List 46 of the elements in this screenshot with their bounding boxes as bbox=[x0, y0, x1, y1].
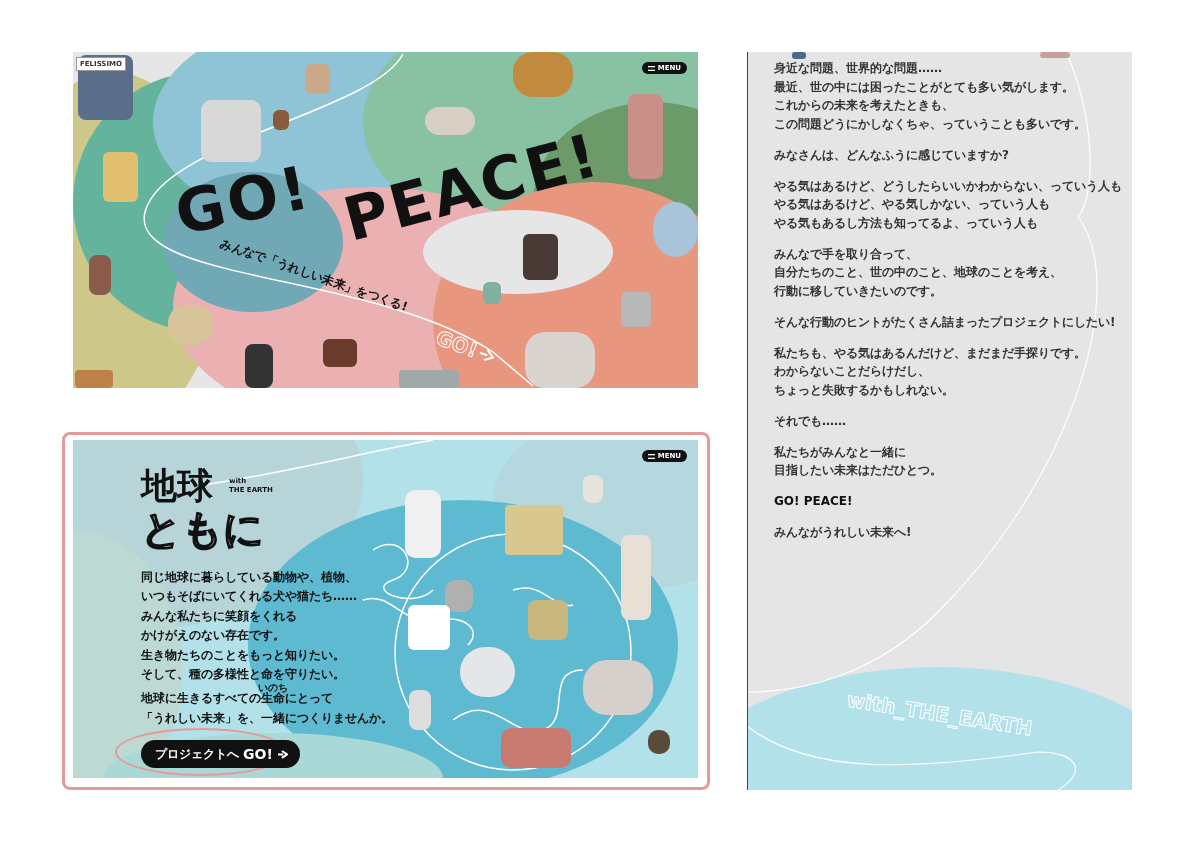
arrow-icon bbox=[276, 749, 288, 759]
photo-placeholder bbox=[405, 490, 441, 558]
photo-placeholder bbox=[409, 690, 431, 730]
paragraph: そんな行動のヒントがたくさん詰まったプロジェクトにしたい! bbox=[774, 313, 1116, 331]
paragraph: 私たちがみんなと一緒に 目指したい未来はただひとつ。 bbox=[774, 443, 942, 479]
photo-placeholder bbox=[273, 110, 289, 130]
photo-placeholder bbox=[505, 505, 563, 555]
photo-placeholder bbox=[245, 344, 273, 388]
menu-icon bbox=[647, 453, 655, 459]
photo-placeholder bbox=[89, 255, 111, 295]
heading-text: GO! PEACE! bbox=[774, 493, 853, 510]
paragraph: みなさんは、どんなふうに感じていますか? bbox=[774, 146, 1009, 164]
photo-placeholder bbox=[103, 152, 138, 202]
photo-placeholder bbox=[75, 370, 113, 388]
paragraph: 私たちも、やる気はあるんだけど、まだまだ手探りです。 わからないことだらけだし、 ちょっと失敗するかもしれない。 bbox=[774, 344, 1086, 399]
paragraph: みんながうれしい未来へ! bbox=[774, 524, 912, 541]
photo-placeholder bbox=[583, 475, 603, 503]
photo-placeholder bbox=[323, 339, 357, 367]
body-text-line: みんな私たちに笑顔をくれる bbox=[141, 607, 297, 625]
photo-placeholder bbox=[501, 728, 571, 768]
body-text-line: 生き物たちのことをもっと知りたい。 bbox=[141, 646, 345, 664]
section-title: 地球 bbox=[141, 466, 213, 506]
photo-placeholder bbox=[201, 100, 261, 162]
body-text-line: 同じ地球に暮らしている動物や、植物、 bbox=[141, 569, 357, 586]
photo-placeholder bbox=[648, 730, 670, 754]
menu-icon bbox=[647, 65, 655, 71]
paragraph: 身近な問題、世界的な問題…… 最近、世の中には困ったことがとても多い気がします。 これからの未来を考えたときも、 この問題どうにかしなくちゃ、っていうことも多いです。 bbox=[774, 60, 1086, 133]
paragraph: やる気はあるけど、どうしたらいいかわからない、っていう人も やる気はあるけど、やる気しかない、っていう人も やる気もあるし方法も知ってるよ、っていう人も bbox=[774, 177, 1122, 232]
body-text-line: そして、種の多様性と命を守りたい。 bbox=[141, 666, 345, 684]
photo-placeholder bbox=[1040, 52, 1070, 58]
photo-placeholder bbox=[305, 64, 330, 94]
photo-placeholder bbox=[621, 292, 651, 327]
photo-placeholder bbox=[399, 370, 459, 388]
body-text-line: 地球に生きるすべての生命にとって bbox=[141, 691, 333, 708]
body-text-line: いつもそばにいてくれる犬や猫たち…… bbox=[141, 588, 357, 606]
paragraph: みんなで手を取り合って、 自分たちのこと、世の中のこと、地球のことを考え、 行動に移していきたいのです。 bbox=[774, 245, 1062, 300]
photo-placeholder bbox=[525, 332, 595, 388]
photo-placeholder bbox=[792, 52, 806, 59]
paragraph: それでも…… bbox=[774, 412, 846, 430]
path-label: GO! bbox=[432, 325, 481, 363]
body-text-line: かけがえのない存在です。 bbox=[141, 627, 285, 645]
section-title-outline: ともに bbox=[141, 506, 264, 552]
photo-placeholder bbox=[483, 282, 501, 304]
photo-placeholder bbox=[528, 600, 568, 640]
body-text-line: 「うれしい未来」を、一緒につくりませんか。 bbox=[141, 709, 393, 727]
project-button[interactable]: プロジェクトへ GO! bbox=[141, 740, 300, 769]
